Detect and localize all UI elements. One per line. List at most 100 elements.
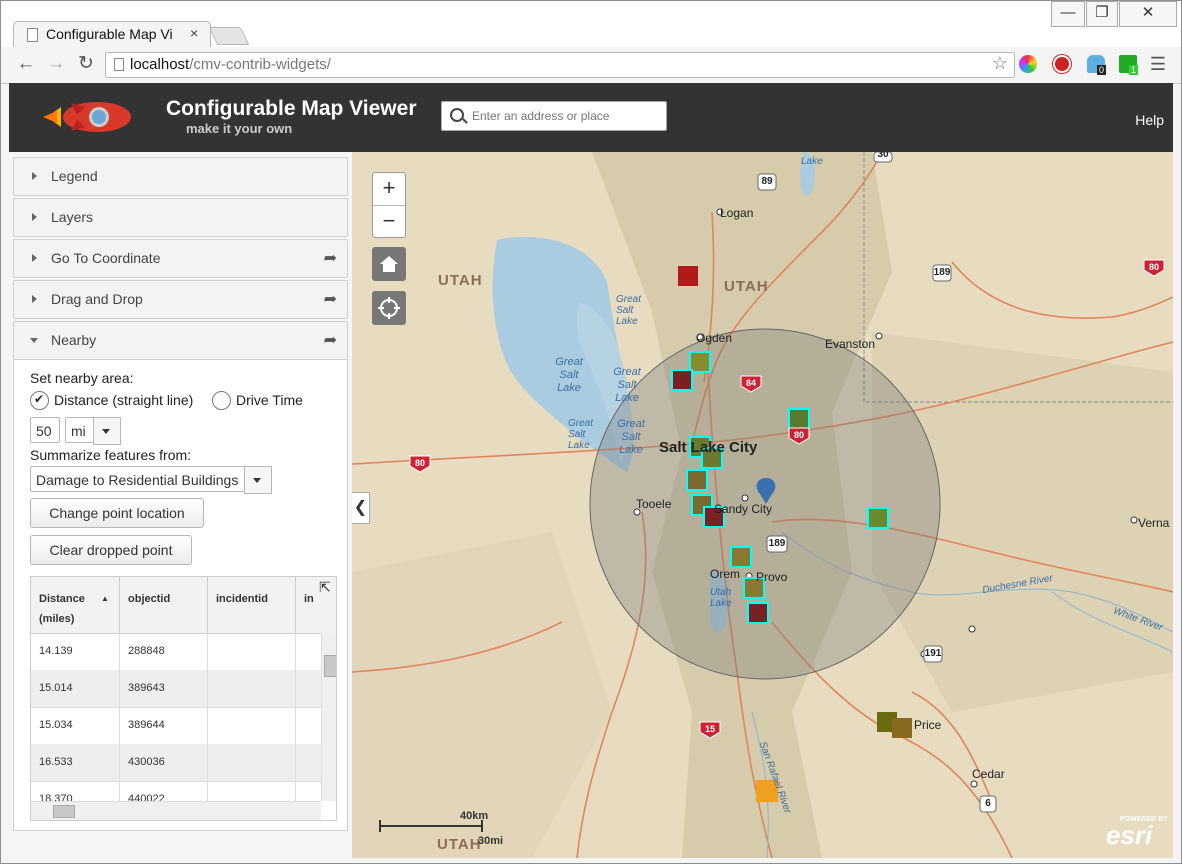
browser-tab[interactable]: Configurable Map Vi × <box>13 21 211 48</box>
pane-label: Layers <box>51 209 94 225</box>
table-row[interactable]: 14.139 288848 <box>31 633 321 671</box>
cell-objectid: 389644 <box>120 707 208 744</box>
route-shield: 189 <box>768 538 786 549</box>
nearby-panel: Set nearby area: Distance (straight line… <box>13 360 348 831</box>
scrollbar-thumb[interactable] <box>324 655 336 677</box>
chevron-down-icon[interactable] <box>93 417 121 445</box>
expand-arrow-icon <box>32 172 37 180</box>
cell-distance: 15.014 <box>31 670 120 707</box>
cell-distance: 16.533 <box>31 744 120 781</box>
forward-icon[interactable]: → <box>45 53 67 75</box>
interstate-shield: 80 <box>1148 262 1159 272</box>
water-label: Great Salt Lake <box>613 366 641 404</box>
city-label: Logan <box>720 206 754 220</box>
city-label: Evanston <box>825 337 876 351</box>
home-button[interactable] <box>372 247 406 281</box>
reload-icon[interactable]: ↻ <box>75 53 97 75</box>
zoom-out-button[interactable]: − <box>373 206 405 238</box>
set-area-label: Set nearby area: <box>30 370 134 386</box>
close-window-button[interactable]: ✕ <box>1119 1 1177 27</box>
browser-toolbar: ← → ↻ localhost/cmv-contrib-widgets/ ☆ 0… <box>1 47 1181 84</box>
water-label: Lake <box>801 156 823 167</box>
vertical-scrollbar[interactable] <box>321 633 336 801</box>
drive-time-radio-label: Drive Time <box>236 392 303 408</box>
change-point-button[interactable]: Change point location <box>30 498 204 528</box>
search-icon[interactable] <box>450 108 464 122</box>
pane-go-to-coordinate[interactable]: Go To Coordinate ➦ <box>13 239 348 278</box>
city-label: Price <box>914 718 942 732</box>
export-icon[interactable]: ⇱ <box>319 579 331 596</box>
table-row[interactable]: 16.533 430036 <box>31 744 321 782</box>
table-row[interactable]: 15.034 389644 <box>31 707 321 745</box>
city-label: Verna <box>1138 516 1170 530</box>
city-label: Ogden <box>696 331 733 345</box>
scrollbar-thumb[interactable] <box>53 805 75 818</box>
city-label: Orem <box>710 567 740 581</box>
expand-arrow-icon <box>32 213 37 221</box>
map-view[interactable]: UTAH UTAH UTAH Logan Ogden Evanston Salt… <box>352 152 1173 858</box>
undock-icon[interactable]: ➦ <box>324 330 337 350</box>
ghost-extension-icon[interactable]: 0 <box>1087 55 1107 75</box>
collapse-arrow-icon <box>30 338 38 343</box>
bookmark-star-icon[interactable]: ☆ <box>992 53 1008 74</box>
stop-extension-icon[interactable] <box>1053 55 1071 73</box>
back-icon[interactable]: ← <box>15 53 37 75</box>
maximize-button[interactable]: ❐ <box>1086 1 1118 27</box>
interstate-shield: 80 <box>793 430 804 440</box>
esri-logo[interactable]: esri <box>1106 820 1152 851</box>
locate-button[interactable] <box>372 291 406 325</box>
menu-icon[interactable]: ☰ <box>1147 53 1169 75</box>
column-header-distance[interactable]: Distance (miles) ▲ <box>31 577 120 633</box>
pane-label: Go To Coordinate <box>51 250 161 266</box>
color-wheel-extension-icon[interactable] <box>1019 55 1037 73</box>
page-icon <box>114 58 124 71</box>
column-header-objectid[interactable]: objectid <box>120 577 208 633</box>
app-title: Configurable Map Viewer <box>166 97 417 120</box>
city-label: Tooele <box>636 497 672 511</box>
route-shield: 189 <box>933 267 951 278</box>
distance-radio-label: Distance (straight line) <box>54 392 194 408</box>
help-link[interactable]: Help <box>1135 112 1164 128</box>
pane-nearby[interactable]: Nearby ➦ <box>13 321 348 360</box>
layer-select[interactable]: Damage to Residential Buildings <box>30 466 272 494</box>
unit-select[interactable]: mi <box>65 417 121 445</box>
geocoder-search[interactable] <box>441 101 667 131</box>
cell-incidentid <box>208 670 296 707</box>
tab-close-icon[interactable]: × <box>190 25 198 41</box>
minimize-button[interactable]: — <box>1051 1 1085 27</box>
pane-layers[interactable]: Layers <box>13 198 348 237</box>
address-bar[interactable]: localhost/cmv-contrib-widgets/ ☆ <box>105 52 1015 78</box>
results-grid: Distance (miles) ▲ objectid incidentid in… <box>30 576 337 821</box>
distance-input[interactable]: 50 <box>30 417 60 443</box>
pane-drag-and-drop[interactable]: Drag and Drop ➦ <box>13 280 348 319</box>
new-tab-button[interactable] <box>208 27 250 45</box>
undock-icon[interactable]: ➦ <box>324 248 337 268</box>
clear-point-button[interactable]: Clear dropped point <box>30 535 192 565</box>
layer-value: Damage to Residential Buildings <box>36 472 239 488</box>
table-row[interactable]: 15.014 389643 <box>31 670 321 708</box>
green-extension-icon[interactable]: 1 <box>1119 55 1139 75</box>
water-label: Great Salt Lake <box>555 356 583 394</box>
pane-label: Legend <box>51 168 98 184</box>
city-label: Salt Lake City <box>659 439 758 456</box>
interstate-shield: 84 <box>745 378 756 388</box>
page-icon <box>27 28 38 42</box>
rocket-logo <box>43 102 131 132</box>
collapse-sidebar-button[interactable]: ❮ <box>352 492 370 524</box>
unit-value: mi <box>71 423 86 439</box>
city-label: Sandy City <box>714 502 773 516</box>
grid-header: Distance (miles) ▲ objectid incidentid in… <box>31 577 336 634</box>
search-input[interactable] <box>470 106 662 126</box>
app-header: Configurable Map Viewer make it your own… <box>9 83 1173 152</box>
distance-radio[interactable] <box>30 391 49 410</box>
drive-time-radio[interactable] <box>212 391 231 410</box>
chevron-down-icon[interactable] <box>244 466 272 494</box>
zoom-in-button[interactable]: + <box>373 173 405 206</box>
pane-label: Nearby <box>51 332 97 348</box>
pane-legend[interactable]: Legend <box>13 157 348 196</box>
column-header-incidentid[interactable]: incidentid <box>208 577 296 633</box>
undock-icon[interactable]: ➦ <box>324 289 337 309</box>
city-label: Cedar <box>972 767 1005 781</box>
horizontal-scrollbar[interactable] <box>31 801 321 820</box>
interstate-shield: 15 <box>704 724 715 734</box>
